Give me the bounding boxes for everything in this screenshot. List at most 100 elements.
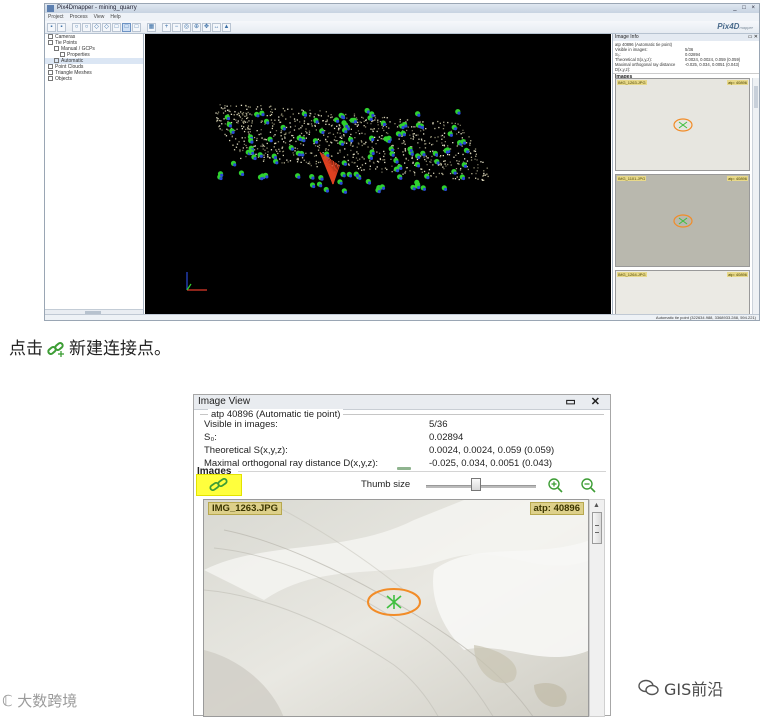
image-view-window-controls[interactable]: ▭ ✕ <box>565 395 606 409</box>
point-cloud-view[interactable] <box>145 34 611 318</box>
tool-zoom-out-icon[interactable]: − <box>172 22 181 32</box>
rayCloud-3d-view[interactable] <box>145 34 611 318</box>
logo-sub: mapper <box>739 25 753 30</box>
tree-checkbox[interactable] <box>48 70 53 76</box>
wechat-icon <box>638 679 659 696</box>
tool-view-2-icon[interactable]: ○ <box>82 22 91 32</box>
aerial-photo[interactable] <box>204 500 589 717</box>
image-info-controls[interactable]: ▭ ✕ <box>748 34 758 41</box>
window-titlebar: Pix4Dmapper - mining_quarry _ □ × <box>45 4 759 13</box>
link-icon <box>209 477 228 492</box>
image-info-row: Maximal orthogonal ray distance D(x,y,z)… <box>615 62 758 72</box>
new-tie-point-button[interactable] <box>196 474 242 496</box>
image-list-scrollbar[interactable]: ▲ <box>589 499 605 717</box>
image-view-header: Image View ▭ ✕ <box>194 395 610 410</box>
zoom-out-icon[interactable] <box>579 477 597 493</box>
thumbnail-item[interactable]: IMG_1264.JPG atp: 40896 <box>615 270 750 318</box>
tree-checkbox[interactable] <box>48 76 53 82</box>
info-label: S₀: <box>204 432 217 443</box>
tool-view-6-icon[interactable]: □ <box>122 22 131 32</box>
thumbnail-name: IMG_1101.JPG <box>617 176 647 181</box>
tool-view-5-icon[interactable]: □ <box>112 22 121 32</box>
menu-bar: Project Process View Help <box>45 13 759 21</box>
scroll-up-icon[interactable]: ▲ <box>593 502 600 509</box>
caption-after: 新建连接点。 <box>69 339 171 359</box>
image-info-panel: Image Info ▭ ✕ atp 40896 (Automatic tie … <box>612 34 759 320</box>
tree-checkbox[interactable] <box>54 46 59 52</box>
zoom-in-icon[interactable] <box>546 477 564 493</box>
menu-help[interactable]: Help <box>110 13 120 21</box>
tool-measure-icon[interactable]: ↔ <box>212 22 221 32</box>
info-value: 0.0024, 0.0024, 0.059 (0.059) <box>429 445 555 456</box>
splitter-grip[interactable] <box>397 467 411 470</box>
logo-text: Pix4D <box>717 22 740 31</box>
atp-badge: atp: 40896 <box>529 502 584 515</box>
tie-point-marker <box>673 118 693 132</box>
thumbnail-scrollbar[interactable] <box>752 78 759 318</box>
thumbnail-atp: atp: 40896 <box>727 80 748 85</box>
tool-view-7-icon[interactable]: □ <box>132 22 141 32</box>
tie-point-marker <box>673 214 693 228</box>
tool-zoom-fit-icon[interactable]: ◎ <box>182 22 191 32</box>
menu-view[interactable]: View <box>94 13 105 21</box>
image-info-title: Image Info <box>615 34 639 40</box>
thumbnail-list[interactable]: IMG_1263.JPG atp: 40896 IMG_1101.JPG atp: 4… <box>615 78 750 318</box>
watermark-right-text: GIS前沿 <box>664 680 724 699</box>
tool-view-1-icon[interactable]: ○ <box>72 22 81 32</box>
pix4d-logo: Pix4Dmapper <box>717 22 753 31</box>
caption-before: 点击 <box>9 339 43 359</box>
watermark-left-icon: ℂ <box>2 692 13 710</box>
tool-view-4-icon[interactable]: ◇ <box>102 22 111 32</box>
tool-export-icon[interactable]: ▲ <box>222 22 231 32</box>
caption: 点击 新建连接点。 <box>9 336 171 362</box>
tool-zoom-in-icon[interactable]: + <box>162 22 171 32</box>
thumbnail-name: IMG_1264.JPG <box>617 272 647 277</box>
thumbnail-item[interactable]: IMG_1263.JPG atp: 40896 <box>615 78 750 171</box>
tree-checkbox[interactable] <box>48 40 53 46</box>
menu-project[interactable]: Project <box>48 13 64 21</box>
tree-item[interactable]: Objects <box>45 76 143 82</box>
menu-process[interactable]: Process <box>70 13 88 21</box>
layers-tree: Cameras Tie Points Manual / GCPs Properties… <box>45 34 144 316</box>
tree-item-label: Objects <box>55 76 72 82</box>
tie-point-marker <box>616 271 750 318</box>
info-label: Theoretical S(x,y,z): <box>204 445 288 456</box>
status-bar: Automatic tie point (322634.988, 3368933… <box>45 314 759 320</box>
thumbnail-atp: atp: 40896 <box>727 272 748 277</box>
app-icon <box>47 5 54 12</box>
tool-grid-icon[interactable]: ▦ <box>147 22 156 32</box>
thumb-size-label: Thumb size <box>361 479 411 490</box>
tool-move-icon[interactable]: ✥ <box>202 22 211 32</box>
info-value: -0.025, 0.034, 0.0051 (0.043) <box>429 458 553 469</box>
image-name-badge: IMG_1263.JPG <box>208 502 283 515</box>
tree-checkbox[interactable] <box>54 58 59 64</box>
new-tie-point-icon <box>47 342 64 357</box>
window-title: Pix4Dmapper - mining_quarry <box>57 5 137 11</box>
thumb-size-slider-track[interactable] <box>426 485 536 488</box>
tree-checkbox[interactable] <box>48 64 53 70</box>
tool-open-icon[interactable]: ▪ <box>57 22 66 32</box>
image-thumbnail[interactable]: IMG_1263.JPG atp: 40896 <box>203 499 589 717</box>
image-view-title: Image View <box>198 396 251 407</box>
watermark-left-text: 大数跨境 <box>17 692 78 710</box>
tree-checkbox[interactable] <box>48 34 53 40</box>
image-info-table: atp 40896 (Automatic tie point) Visible i… <box>613 41 759 73</box>
thumbnail-item[interactable]: IMG_1101.JPG atp: 40896 <box>615 174 750 267</box>
info-label: Visible in images: <box>204 419 278 430</box>
pix4d-screenshot: Pix4Dmapper - mining_quarry _ □ × Projec… <box>44 3 760 321</box>
thumb-size-slider-handle[interactable] <box>470 478 481 491</box>
info-label: Maximal orthogonal ray distance D(x,y,z)… <box>204 458 379 469</box>
tree-checkbox[interactable] <box>60 52 65 58</box>
main-toolbar: ▪ ▪ ○ ○ ◇ ◇ □ □ □ ▦ + − ◎ ⊕ ✥ ↔ ▲ Pix4Dm… <box>45 21 759 34</box>
image-info-header: Image Info ▭ ✕ <box>613 34 759 41</box>
info-row-theoretical: Theoretical S(x,y,z): 0.0024, 0.0024, 0.… <box>204 445 554 456</box>
tool-view-3-icon[interactable]: ◇ <box>92 22 101 32</box>
images-divider <box>238 471 606 472</box>
info-row-ray-distance: Maximal orthogonal ray distance D(x,y,z)… <box>204 458 552 469</box>
watermark-right: GIS前沿 <box>638 676 723 700</box>
image-info-value: -0.025, 0.034, 0.0051 (0.043) <box>685 62 740 67</box>
scroll-thumb[interactable] <box>592 512 602 544</box>
tool-zoom-all-icon[interactable]: ⊕ <box>192 22 201 32</box>
tool-new-icon[interactable]: ▪ <box>47 22 56 32</box>
window-controls[interactable]: _ □ × <box>733 4 757 13</box>
